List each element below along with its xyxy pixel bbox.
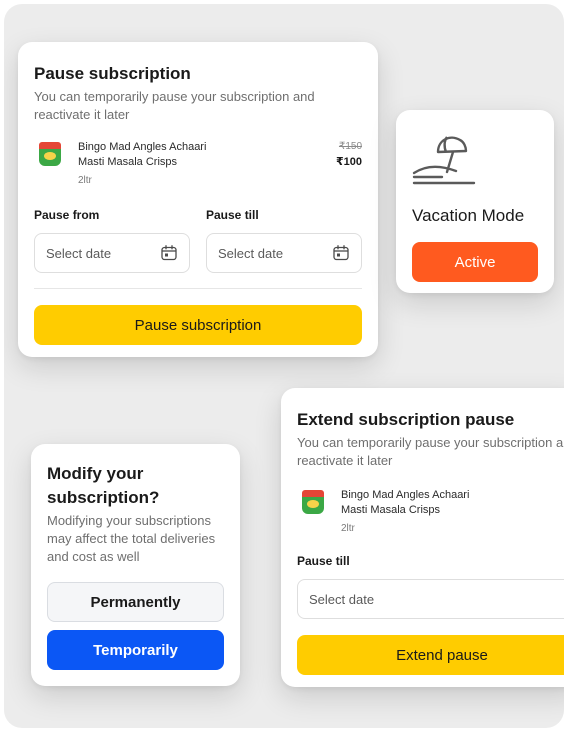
product-name-line2: Masti Masala Crisps bbox=[78, 156, 178, 168]
canvas-background: Pause subscription You can temporarily p… bbox=[4, 4, 564, 728]
product-name-line2: Masti Masala Crisps bbox=[341, 504, 441, 516]
extend-card-subtitle: You can temporarily pause your subscript… bbox=[297, 435, 564, 468]
product-mrp: ₹150 bbox=[338, 141, 362, 152]
calendar-icon[interactable] bbox=[332, 244, 350, 262]
extend-pause-till-date-field[interactable]: Select date bbox=[297, 579, 564, 619]
vacation-active-button[interactable]: Active bbox=[412, 242, 538, 282]
extend-pause-button[interactable]: Extend pause bbox=[297, 635, 564, 675]
product-item: Bingo Mad Angles Achaari Masti Masala Cr… bbox=[299, 488, 469, 534]
permanently-button[interactable]: Permanently bbox=[47, 582, 224, 622]
product-item: Bingo Mad Angles Achaari Masti Masala Cr… bbox=[36, 140, 206, 186]
modify-subscription-card: Modify your subscription? Modifying your… bbox=[31, 444, 240, 686]
pause-subscription-card: Pause subscription You can temporarily p… bbox=[18, 42, 378, 357]
extend-subscription-pause-card: Extend subscription pause You can tempor… bbox=[281, 388, 564, 687]
pause-subscription-button[interactable]: Pause subscription bbox=[34, 305, 362, 345]
divider bbox=[34, 288, 362, 289]
pause-till-label: Pause till bbox=[206, 208, 259, 222]
product-price: ₹100 bbox=[335, 156, 362, 168]
extend-card-title: Extend subscription pause bbox=[297, 410, 515, 429]
vacation-mode-card: Vacation Mode Active bbox=[396, 110, 554, 293]
product-quantity: 2ltr bbox=[78, 175, 92, 186]
extend-pause-till-label: Pause till bbox=[297, 554, 350, 568]
pause-till-date-field[interactable]: Select date bbox=[206, 233, 362, 273]
vacation-mode-title: Vacation Mode bbox=[412, 206, 525, 225]
beach-umbrella-icon bbox=[412, 136, 476, 185]
extend-till-placeholder: Select date bbox=[309, 591, 375, 607]
product-quantity: 2ltr bbox=[341, 523, 355, 534]
pause-till-placeholder: Select date bbox=[218, 245, 284, 261]
product-thumbnail bbox=[36, 140, 64, 168]
pause-from-label: Pause from bbox=[34, 208, 100, 222]
temporarily-button[interactable]: Temporarily bbox=[47, 630, 224, 670]
product-name-line1: Bingo Mad Angles Achaari bbox=[78, 141, 207, 153]
calendar-icon[interactable] bbox=[160, 244, 178, 262]
product-thumbnail bbox=[299, 488, 327, 516]
pause-from-placeholder: Select date bbox=[46, 245, 112, 261]
pause-from-date-field[interactable]: Select date bbox=[34, 233, 190, 273]
product-name-line1: Bingo Mad Angles Achaari bbox=[341, 489, 470, 501]
modify-card-title: Modify your subscription? bbox=[47, 464, 160, 507]
pause-card-subtitle: You can temporarily pause your subscript… bbox=[34, 89, 315, 122]
pause-card-title: Pause subscription bbox=[34, 64, 191, 83]
modify-card-subtitle: Modifying your subscriptions may affect … bbox=[47, 513, 216, 564]
